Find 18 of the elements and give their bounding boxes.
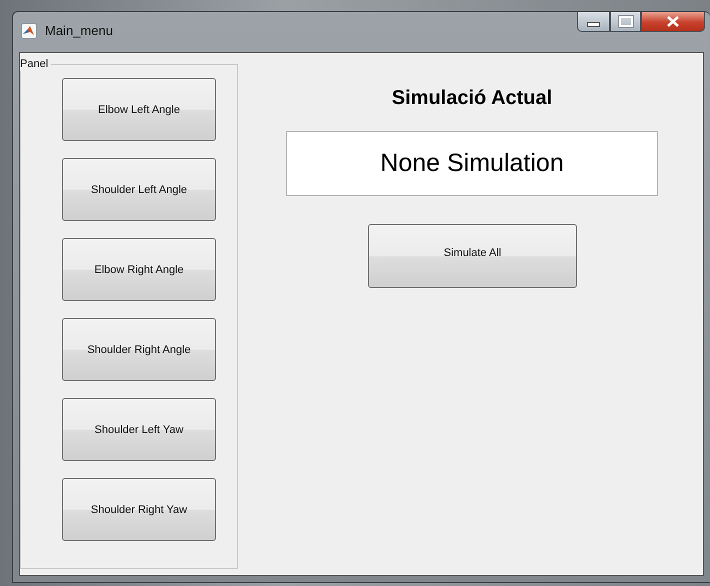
simulate-button[interactable]: Simulate All: [368, 224, 577, 288]
angle-button[interactable]: Shoulder Left Angle: [62, 158, 216, 221]
angle-button[interactable]: Elbow Right Angle: [62, 238, 216, 301]
close-button[interactable]: [641, 12, 705, 32]
panel-title: Panel: [20, 58, 52, 71]
status-display: None Simulation: [286, 131, 658, 196]
maximize-button[interactable]: [610, 12, 641, 32]
angle-button[interactable]: Shoulder Right Yaw: [62, 478, 216, 541]
minimize-button[interactable]: [577, 12, 610, 32]
minimize-icon: [587, 22, 600, 27]
window-title: Main_menu: [45, 22, 113, 40]
heading: Simulació Actual: [390, 87, 554, 110]
app-icon: [21, 23, 37, 39]
angle-button[interactable]: Elbow Left Angle: [62, 78, 216, 141]
angle-button[interactable]: Shoulder Right Angle: [62, 318, 216, 381]
close-icon: [667, 16, 679, 27]
angle-button[interactable]: Shoulder Left Yaw: [62, 398, 216, 461]
maximize-icon: [618, 16, 632, 27]
